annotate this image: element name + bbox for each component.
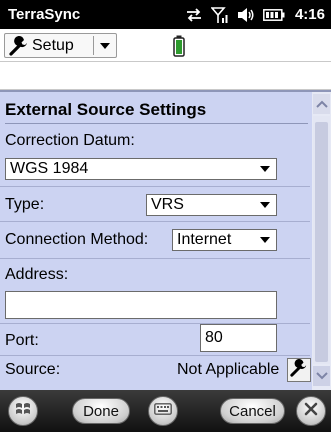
connection-method-dropdown[interactable]: Internet: [172, 229, 277, 251]
status-tray: 4:16: [185, 6, 325, 23]
chevron-down-icon[interactable]: [94, 42, 116, 49]
port-label: Port:: [5, 332, 39, 349]
toolbar: Setup: [0, 29, 331, 62]
source-value: Not Applicable: [177, 361, 280, 378]
start-menu-button[interactable]: [8, 396, 38, 426]
port-input[interactable]: 80: [200, 324, 277, 352]
setup-label: Setup: [32, 36, 74, 54]
clock[interactable]: 4:16: [295, 6, 325, 23]
field-separator: [0, 186, 310, 187]
connection-method-value: Internet: [177, 231, 232, 248]
field-separator: [0, 355, 310, 356]
battery-icon[interactable]: [263, 8, 285, 21]
gps-battery-icon[interactable]: [173, 35, 185, 62]
close-button[interactable]: [296, 396, 326, 426]
keyboard-button[interactable]: [148, 396, 178, 426]
signal-strength-icon[interactable]: [210, 6, 229, 23]
type-label: Type:: [5, 196, 45, 213]
address-input[interactable]: [5, 291, 277, 319]
speaker-icon[interactable]: [237, 7, 255, 23]
section-title: External Source Settings: [5, 96, 308, 124]
correction-datum-label: Correction Datum:: [5, 132, 135, 149]
scroll-up-arrow-icon[interactable]: [313, 94, 330, 114]
source-settings-button[interactable]: [287, 358, 311, 382]
status-message-bar: [0, 62, 331, 90]
app-title: TerraSync: [8, 6, 81, 23]
sync-arrows-icon[interactable]: [185, 7, 203, 22]
type-dropdown[interactable]: VRS: [146, 194, 277, 216]
field-separator: [0, 258, 310, 259]
windows-logo-icon: [15, 401, 31, 422]
wrench-icon: [8, 35, 30, 56]
scroll-thumb[interactable]: [315, 122, 328, 362]
keyboard-icon: [154, 402, 172, 420]
chevron-down-icon: [254, 237, 276, 243]
setup-menu-button[interactable]: Setup: [4, 33, 117, 58]
connection-method-label: Connection Method:: [5, 231, 149, 248]
close-icon: [304, 402, 318, 421]
cancel-button[interactable]: Cancel: [220, 398, 285, 424]
type-value: VRS: [151, 196, 184, 213]
soft-key-bar: Done Cancel: [0, 390, 331, 432]
title-bar: TerraSync 4:16: [0, 0, 331, 29]
chevron-down-icon: [254, 166, 276, 172]
correction-datum-dropdown[interactable]: WGS 1984: [5, 158, 277, 180]
vertical-scrollbar[interactable]: [312, 92, 331, 390]
source-label: Source:: [5, 361, 61, 378]
done-button[interactable]: Done: [72, 398, 130, 424]
wrench-icon: [290, 358, 308, 382]
field-separator: [0, 221, 310, 222]
chevron-down-icon: [254, 202, 276, 208]
address-label: Address:: [5, 266, 69, 283]
scroll-down-arrow-icon[interactable]: [313, 366, 330, 386]
external-source-settings-panel: External Source Settings Correction Datu…: [0, 90, 331, 390]
correction-datum-value: WGS 1984: [10, 160, 89, 177]
